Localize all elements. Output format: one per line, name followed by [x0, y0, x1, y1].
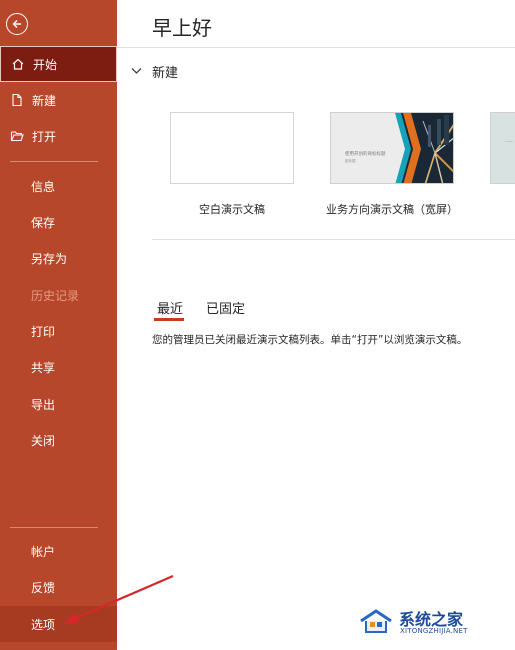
sidebar-divider	[10, 161, 98, 162]
nav-item-label: 开始	[33, 57, 58, 72]
nav-item-info[interactable]: 信息	[0, 168, 117, 204]
annotation-arrow	[63, 574, 174, 624]
back-arrow-icon[interactable]	[6, 13, 28, 35]
nav-item-home[interactable]: 开始	[0, 46, 117, 82]
folder-open-icon	[10, 129, 24, 143]
template-business-thumbnail[interactable]: 使用开创的商标标题 副标题	[330, 112, 454, 184]
nav-item-label: 选项	[31, 617, 56, 632]
nav-item-new[interactable]: 新建	[0, 82, 117, 118]
thumb-subtitle-text: 副标题	[345, 159, 356, 163]
new-section-title: 新建	[152, 66, 179, 81]
nav-item-save[interactable]: 保存	[0, 204, 117, 240]
nav-item-label: 历史记录	[31, 288, 80, 303]
tab-selected-indicator	[154, 318, 184, 321]
watermark-url: XITONGZHIJIA.NET	[400, 627, 468, 635]
tab-pinned[interactable]: 已固定	[206, 298, 245, 317]
page-title: 早上好	[152, 16, 212, 40]
nav-item-open[interactable]: 打开	[0, 118, 117, 154]
nav-item-label: 新建	[32, 93, 57, 108]
nav-item-export[interactable]: 导出	[0, 386, 117, 422]
recent-list-disabled-message: 您的管理员已关闭最近演示文稿列表。单击“打开”以浏览演示文稿。	[152, 334, 468, 346]
nav-item-account[interactable]: 帐户	[0, 533, 117, 569]
section-divider	[152, 239, 515, 240]
template-blank-label[interactable]: 空白演示文稿	[170, 201, 294, 217]
nav-item-label: 关闭	[31, 433, 56, 448]
nav-item-label: 打印	[31, 324, 56, 339]
nav-item-print[interactable]: 打印	[0, 313, 117, 349]
nav-item-history: 历史记录	[0, 277, 117, 313]
nav-item-label: 另存为	[31, 251, 68, 266]
new-section-header[interactable]: 新建	[131, 62, 178, 81]
sidebar-divider	[10, 527, 98, 528]
tab-recent[interactable]: 最近	[157, 298, 183, 317]
home-icon	[11, 57, 25, 71]
template-blank-thumbnail[interactable]	[170, 112, 294, 184]
nav-item-label: 导出	[31, 397, 56, 412]
nav-item-share[interactable]: 共享	[0, 349, 117, 385]
nav-item-label: 信息	[31, 179, 56, 194]
watermark: 系统之家 XITONGZHIJIA.NET	[355, 606, 505, 638]
thumb-title-text: 使用开创的商标标题	[345, 152, 386, 157]
nav-item-label: 共享	[31, 360, 56, 375]
template-partial-thumbnail[interactable]	[490, 112, 515, 184]
chevron-down-icon	[131, 65, 142, 78]
header-divider	[117, 47, 515, 48]
new-file-icon	[10, 93, 24, 107]
nav-item-close[interactable]: 关闭	[0, 422, 117, 458]
nav-item-label: 帐户	[31, 544, 56, 559]
template-business-label[interactable]: 业务方向演示文稿（宽屏）	[322, 201, 462, 217]
backstage-sidebar: 开始 新建 打开 信息 保存 另存为 历史记录 打印 共享 导出 关闭 帐户 反…	[0, 0, 117, 650]
nav-item-label: 反馈	[31, 580, 56, 595]
watermark-logo-icon	[360, 609, 392, 633]
nav-item-label: 保存	[31, 215, 56, 230]
nav-item-label: 打开	[32, 129, 57, 144]
nav-item-save-as[interactable]: 另存为	[0, 240, 117, 276]
